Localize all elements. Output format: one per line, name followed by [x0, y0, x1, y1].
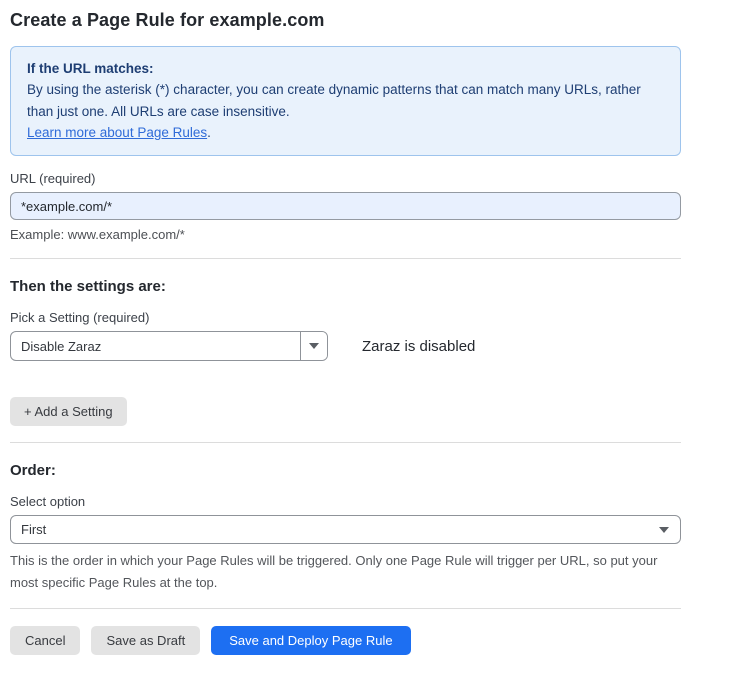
setting-dropdown-value: Disable Zaraz: [11, 332, 300, 360]
divider: [10, 442, 681, 443]
url-example-text: Example: www.example.com/*: [10, 227, 681, 242]
link-suffix: .: [207, 125, 211, 140]
setting-dropdown[interactable]: Disable Zaraz: [10, 331, 328, 361]
setting-picker-row: Disable Zaraz Zaraz is disabled: [10, 331, 681, 361]
divider: [10, 608, 681, 609]
page-title: Create a Page Rule for example.com: [10, 10, 681, 31]
info-box-link-line: Learn more about Page Rules.: [27, 122, 664, 143]
setting-dropdown-caret-button[interactable]: [300, 332, 327, 360]
learn-more-link[interactable]: Learn more about Page Rules: [27, 125, 207, 140]
cancel-button[interactable]: Cancel: [10, 626, 80, 655]
chevron-down-icon: [659, 527, 669, 533]
chevron-down-icon: [309, 343, 319, 349]
add-setting-button[interactable]: + Add a Setting: [10, 397, 127, 426]
info-box-body: By using the asterisk (*) character, you…: [27, 79, 657, 122]
save-as-draft-button[interactable]: Save as Draft: [91, 626, 200, 655]
divider: [10, 258, 681, 259]
url-matches-info-box: If the URL matches: By using the asteris…: [10, 46, 681, 156]
save-and-deploy-button[interactable]: Save and Deploy Page Rule: [211, 626, 410, 655]
page-rule-form: Create a Page Rule for example.com If th…: [0, 0, 681, 681]
footer-actions: Cancel Save as Draft Save and Deploy Pag…: [10, 626, 681, 681]
order-select-label: Select option: [10, 494, 681, 509]
order-help-text: This is the order in which your Page Rul…: [10, 550, 681, 594]
url-field-label: URL (required): [10, 171, 681, 186]
pick-setting-label: Pick a Setting (required): [10, 310, 681, 325]
order-select-value: First: [21, 522, 46, 537]
order-select[interactable]: First: [10, 515, 681, 544]
zaraz-status-text: Zaraz is disabled: [362, 338, 475, 355]
order-section-heading: Order:: [10, 462, 681, 479]
info-box-heading: If the URL matches:: [27, 58, 664, 79]
settings-section-heading: Then the settings are:: [10, 278, 681, 295]
url-input[interactable]: [10, 192, 681, 220]
